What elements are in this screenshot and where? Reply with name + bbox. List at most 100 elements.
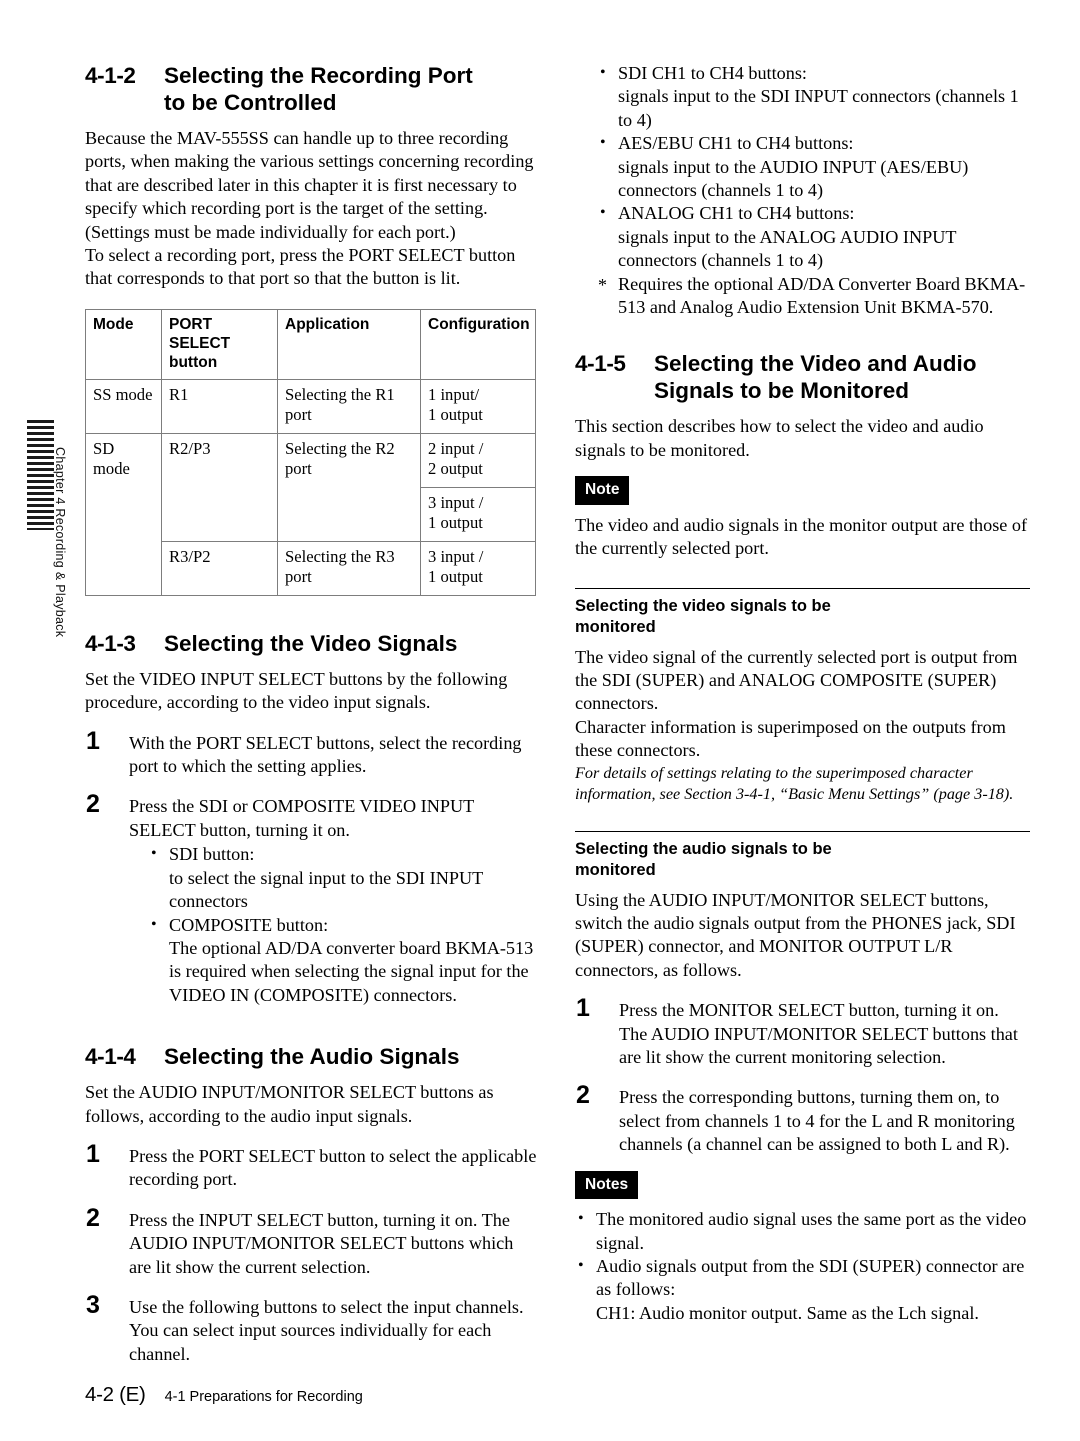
- bullet-body: signals input to the AUDIO INPUT (AES/EB…: [618, 156, 969, 201]
- bullet-dot-icon: •: [578, 1210, 584, 1228]
- heading-audio-monitor-line2: monitored: [575, 860, 656, 879]
- video-monitor-divider: [575, 587, 1030, 589]
- step-2-bullets: • SDI button: to select the signal input…: [129, 843, 540, 1007]
- table-header-mode: Mode: [85, 308, 162, 380]
- step-text: Press the INPUT SELECT button, turning i…: [129, 1209, 514, 1277]
- step-item: 2 Press the SDI or COMPOSITE VIDEO INPUT…: [85, 790, 540, 1007]
- bullet-lead: SDI CH1 to CH4 buttons:: [618, 63, 807, 83]
- bullet-lead: AES/EBU CH1 to CH4 buttons:: [618, 133, 854, 154]
- right-column: • SDI CH1 to CH4 buttons: signals input …: [575, 62, 1030, 1325]
- bullet-dot-icon: •: [578, 1257, 584, 1274]
- bullet-body: to select the signal input to the SDI IN…: [169, 867, 483, 912]
- step-item: 1 With the PORT SELECT buttons, select t…: [85, 726, 540, 779]
- cell-button: R3/P2: [161, 540, 278, 596]
- cell-configuration-line1: 2 input /: [428, 438, 484, 458]
- notes-badge: Notes: [575, 1170, 639, 1200]
- bullet-dot-icon: •: [600, 204, 606, 222]
- table-header-port-select: PORT SELECT button: [161, 308, 278, 380]
- left-column: 4-1-2 Selecting the Recording Port to be…: [85, 62, 540, 1366]
- heading-4-1-2-title-line2: to be Controlled: [164, 90, 337, 115]
- step-number: 3: [86, 1290, 100, 1319]
- heading-4-1-5: 4-1-5 Selecting the Video and Audio Sign…: [575, 350, 1030, 404]
- footer-section-text: 4-1 Preparations for Recording: [164, 1389, 363, 1405]
- heading-4-1-2-number: 4-1-2: [85, 63, 136, 88]
- heading-video-monitor: Selecting the video signals to be monito…: [575, 596, 1030, 638]
- cell-application: Selecting the R1 port: [277, 378, 421, 434]
- note-item-trailing: CH1: Audio monitor output. Same as the L…: [596, 1302, 979, 1323]
- step-text: Use the following buttons to select the …: [129, 1296, 524, 1364]
- heading-4-1-5-number: 4-1-5: [575, 351, 626, 377]
- table-header-row: Mode PORT SELECT button Application Conf…: [85, 308, 536, 380]
- section-4-1-5-intro: This section describes how to select the…: [575, 416, 984, 460]
- table-header-port-select-line2: button: [169, 353, 218, 371]
- heading-video-monitor-line2: monitored: [575, 617, 656, 636]
- step-text: With the PORT SELECT buttons, select the…: [129, 732, 522, 777]
- heading-audio-monitor-line1: Selecting the audio signals to be: [575, 839, 832, 858]
- note-item-text: Audio signals output from the SDI (SUPER…: [596, 1256, 1025, 1300]
- step-item: 1 Press the PORT SELECT button to select…: [85, 1139, 540, 1192]
- note-item-text: The monitored audio signal uses the same…: [596, 1209, 1027, 1253]
- table-row: SD mode R2/P3 Selecting the R2 port 2 in…: [85, 432, 536, 596]
- cell-configuration-line2: 1 output: [428, 513, 483, 533]
- heading-4-1-4-title: Selecting the Audio Signals: [164, 1044, 460, 1070]
- step-number: 2: [86, 790, 100, 819]
- bullet-lead: SDI button:: [169, 844, 255, 865]
- heading-4-1-2: 4-1-2 Selecting the Recording Port to be…: [85, 62, 540, 116]
- cell-configuration-line1: 1 input/: [428, 384, 480, 404]
- cell-button: R2/P3: [161, 432, 278, 542]
- section-4-1-2-paragraph-1: Because the MAV-555SS can handle up to t…: [85, 128, 534, 242]
- note-item: • Audio signals output from the SDI (SUP…: [575, 1255, 1030, 1325]
- cell-mode: SD mode: [85, 432, 162, 596]
- step-item: 1 Press the MONITOR SELECT button, turni…: [575, 996, 1030, 1069]
- heading-4-1-3-title: Selecting the Video Signals: [164, 630, 458, 656]
- heading-4-1-2-title-line1: Selecting the Recording Port: [164, 63, 473, 88]
- table-row: SS mode R1 Selecting the R1 port 1 input…: [85, 378, 536, 434]
- step-item: 3 Use the following buttons to select th…: [85, 1290, 540, 1366]
- cell-mode: SS mode: [85, 378, 162, 434]
- cell-configuration-line1: 3 input /: [428, 546, 484, 566]
- bullet-body: signals input to the SDI INPUT connector…: [618, 86, 1019, 130]
- bullet-dot-icon: •: [151, 845, 157, 863]
- footnote-text: Requires the optional AD/DA Converter Bo…: [618, 273, 1026, 318]
- bullet-item: • SDI button: to select the signal input…: [148, 843, 540, 913]
- bullet-body: The optional AD/DA converter board BKMA-…: [169, 937, 534, 1005]
- document-page: 4-1-2 Selecting the Recording Port to be…: [0, 0, 1080, 1441]
- step-number: 1: [86, 1139, 100, 1168]
- cell-configuration: 2 input / 2 output: [420, 432, 536, 488]
- video-monitor-paragraph-1: The video signal of the currently select…: [575, 646, 1018, 714]
- video-monitor-paragraph-2: Character information is superimposed on…: [575, 716, 1006, 761]
- step-item: 2 Press the INPUT SELECT button, turning…: [85, 1205, 540, 1279]
- bullet-item: • AES/EBU CH1 to CH4 buttons: signals in…: [597, 132, 1030, 202]
- cell-configuration-line2: 1 output: [428, 567, 483, 587]
- heading-4-1-4-number: 4-1-4: [85, 1044, 136, 1070]
- cell-configuration: 3 input / 1 output: [420, 486, 536, 542]
- section-4-1-4-intro: Set the AUDIO INPUT/MONITOR SELECT butto…: [85, 1082, 494, 1126]
- cell-button: R1: [161, 378, 278, 434]
- page-footer: 4-2 (E) 4-1 Preparations for Recording: [85, 1383, 363, 1407]
- audio-monitor-steps: 1 Press the MONITOR SELECT button, turni…: [575, 996, 1030, 1156]
- table-header-application: Application: [277, 308, 421, 380]
- step-number: 1: [86, 726, 100, 755]
- cell-configuration: 3 input / 1 output: [420, 540, 536, 596]
- step-text: Press the PORT SELECT button to select t…: [129, 1145, 537, 1190]
- section-4-1-3-steps: 1 With the PORT SELECT buttons, select t…: [85, 726, 540, 1007]
- step-text: Press the corresponding buttons, turning…: [619, 1087, 1015, 1155]
- heading-4-1-4: 4-1-4 Selecting the Audio Signals: [85, 1043, 540, 1070]
- bullet-dot-icon: •: [600, 64, 606, 81]
- cell-configuration-line1: 3 input /: [428, 492, 484, 512]
- table-header-port-select-line1: PORT SELECT: [169, 315, 231, 352]
- note-badge: Note: [575, 476, 630, 505]
- heading-4-1-3: 4-1-3 Selecting the Video Signals: [85, 630, 540, 657]
- cell-application: Selecting the R3 port: [277, 540, 421, 596]
- bullet-dot-icon: •: [600, 134, 606, 152]
- video-monitor-italic-note: For details of settings relating to the …: [575, 763, 1014, 803]
- step-number: 2: [576, 1081, 590, 1110]
- bullet-body: signals input to the ANALOG AUDIO INPUT …: [618, 226, 957, 271]
- note-item: • The monitored audio signal uses the sa…: [575, 1208, 1030, 1255]
- section-4-1-3-intro: Set the VIDEO INPUT SELECT buttons by th…: [85, 668, 508, 713]
- port-select-table: Mode PORT SELECT button Application Conf…: [85, 308, 536, 596]
- bullet-item: • COMPOSITE button: The optional AD/DA c…: [148, 914, 540, 1008]
- heading-4-1-2-title: Selecting the Recording Port to be Contr…: [164, 62, 540, 116]
- heading-video-monitor-line1: Selecting the video signals to be: [575, 596, 831, 615]
- cell-configuration: 1 input/ 1 output: [420, 378, 536, 434]
